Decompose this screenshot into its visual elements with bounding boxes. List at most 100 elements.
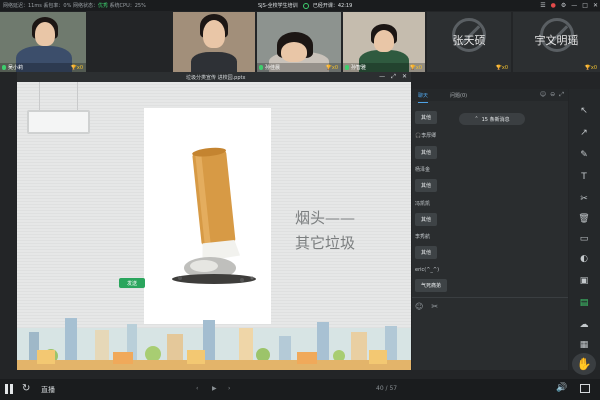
network-stats-prefix: 网络延迟：11ms 丢包率：0% 网络状态：: [3, 3, 98, 9]
send-button[interactable]: 发送: [119, 278, 145, 288]
status-bar: 网络延迟：11ms 丢包率：0% 网络状态：优秀 系统CPU：25% SJS-全…: [0, 0, 600, 11]
chat-panel: 聊天 问题(0) ☺ ⊖ ⤢ ⌃ 15 条新消息 其他 🎧李厚卿 其他 杨泽金 …: [412, 89, 568, 370]
participant-video: [35, 22, 55, 46]
scissors-icon[interactable]: ✂: [431, 302, 438, 311]
next-slide-icon[interactable]: ›: [228, 385, 230, 392]
tab-chat[interactable]: 聊天: [418, 92, 429, 103]
video-name-bar: 孙智雅 🏆x0: [343, 63, 425, 72]
trophy-count: x0: [501, 64, 508, 71]
bottom-bar: ↻ 直播 ‹ ▶ › 40 / 57 🔊: [0, 379, 600, 400]
slide-titlebar[interactable]: 垃圾分类宣传 进校园.pptx — ⤢ ✕: [17, 72, 411, 82]
volume-icon[interactable]: 🔊: [556, 383, 567, 393]
chat-input-tools: ☺ ✂: [415, 302, 438, 311]
tool-sidebar: ↖ ↗ ✎ T ✂ 🗑 ▭ ◐ ▣ ▤ ☁ ▦ ✋: [569, 89, 600, 375]
chat-tab-icons: ☺ ⊖ ⤢: [540, 91, 564, 99]
slide-file-title: 垃圾分类宣传 进校园.pptx: [186, 75, 246, 81]
slide-canvas: 烟头—— 其它垃圾: [17, 82, 411, 370]
chat-sender: eric(^_^): [415, 267, 440, 273]
maximize-icon[interactable]: □: [582, 2, 588, 9]
session-info: SJS-全校学生培训 已经开课：42:19: [258, 2, 352, 9]
chat-icon[interactable]: ▤: [577, 297, 591, 309]
video-tile[interactable]: 孙佳晨 🏆x0: [257, 12, 341, 72]
refresh-icon[interactable]: ↻: [22, 383, 30, 394]
cursor-icon[interactable]: ↖: [577, 105, 591, 117]
double-chevron-up-icon: ⌃: [474, 116, 479, 122]
video-tile[interactable]: 张天硕 🏆x0: [427, 12, 511, 72]
close-icon[interactable]: ✕: [402, 73, 407, 81]
toggle-icon[interactable]: ◐: [577, 253, 591, 265]
slide-caption-line1: 烟头——: [295, 209, 356, 227]
city-illustration: [17, 318, 411, 370]
video-strip: 吴小莉 🏆x0 孙佳晨 🏆x0 孙智雅 🏆x0 张天硕 🏆x0 宇文明瑶 🏆x0: [0, 12, 600, 72]
emoji-icon[interactable]: ☺: [415, 302, 423, 311]
trophy-icon: 🏆x0: [584, 64, 597, 71]
minimize-icon[interactable]: —: [379, 73, 385, 81]
scissors-icon[interactable]: ✂: [577, 193, 591, 205]
trophy-icon: 🏆x0: [70, 64, 83, 71]
eraser-icon[interactable]: ▭: [577, 233, 591, 245]
elapsed-time: 42:19: [337, 3, 353, 9]
restore-icon[interactable]: ⤢: [391, 73, 396, 81]
class-timer-icon: [303, 2, 310, 9]
video-tile[interactable]: 宇文明瑶 🏆x0: [513, 12, 600, 72]
cigarette-image: [144, 108, 271, 324]
new-messages-pill[interactable]: ⌃ 15 条新消息: [459, 113, 525, 125]
minus-icon[interactable]: ⊖: [550, 91, 555, 99]
page-total: 57: [389, 385, 398, 392]
network-stats: 网络延迟：11ms 丢包率：0% 网络状态：优秀 系统CPU：25%: [3, 2, 146, 9]
participant-video: [374, 30, 394, 52]
text-icon[interactable]: T: [577, 171, 591, 183]
expand-icon[interactable]: ⤢: [559, 91, 564, 99]
gear-icon[interactable]: ⚙: [561, 2, 566, 9]
settings-icon[interactable]: ☰: [540, 2, 545, 9]
chat-sender: 冯凯凯: [415, 201, 431, 207]
trash-icon[interactable]: 🗑: [577, 213, 591, 225]
laser-pointer-icon[interactable]: ↗: [577, 127, 591, 139]
video-tile[interactable]: [173, 12, 255, 72]
close-icon[interactable]: ✕: [593, 2, 598, 9]
chat-message: 其他: [415, 179, 438, 192]
cloud-icon[interactable]: ☁: [577, 319, 591, 331]
video-name-bar: 🏆x0: [513, 63, 600, 72]
participant-name: 张天硕: [452, 34, 486, 47]
window-controls: ☰ ● ⚙ — □ ✕: [540, 0, 598, 11]
chat-sender: 杨泽金: [415, 167, 431, 173]
slide-window[interactable]: 垃圾分类宣传 进校园.pptx — ⤢ ✕ 烟头—— 其它垃圾: [17, 72, 411, 370]
hanging-sign: [27, 110, 90, 134]
trophy-count: x0: [415, 64, 422, 71]
trophy-count: x0: [76, 64, 83, 71]
trophy-icon: 🏆x0: [495, 64, 508, 71]
chat-message: 气死痛弟: [415, 279, 448, 292]
live-label: 直播: [41, 386, 55, 394]
participant-name: 宇文明瑶: [534, 34, 579, 47]
smile-icon[interactable]: ☺: [540, 91, 546, 99]
chat-message: 其他: [415, 213, 438, 226]
elapsed-label: 已经开课：: [312, 3, 338, 9]
video-tile[interactable]: 吴小莉 🏆x0: [0, 12, 86, 72]
classroom-app: 网络延迟：11ms 丢包率：0% 网络状态：优秀 系统CPU：25% SJS-全…: [0, 0, 600, 400]
trophy-icon: 🏆x0: [325, 64, 338, 71]
participant-video: [191, 52, 237, 72]
box-icon[interactable]: ▦: [577, 339, 591, 351]
video-tile[interactable]: 孙智雅 🏆x0: [343, 12, 425, 72]
pause-icon[interactable]: [5, 384, 14, 395]
minimize-icon[interactable]: —: [571, 2, 577, 9]
chat-tabs: 聊天 问题(0) ☺ ⊖ ⤢: [412, 89, 568, 103]
trophy-count: x0: [331, 64, 338, 71]
mic-icon: [345, 65, 349, 70]
pen-icon[interactable]: ✎: [577, 149, 591, 161]
chat-sender: 🎧李厚卿: [415, 132, 436, 139]
tab-questions[interactable]: 问题(0): [450, 92, 467, 99]
image-icon[interactable]: ▣: [577, 275, 591, 287]
page-indicator: 40 / 57: [376, 385, 398, 392]
play-slide-icon[interactable]: ▶: [212, 385, 217, 392]
participant-name: 孙佳晨: [265, 65, 281, 71]
fullscreen-icon[interactable]: [580, 384, 590, 393]
mic-icon: [2, 65, 6, 70]
prev-slide-icon[interactable]: ‹: [196, 385, 198, 392]
trophy-icon: 🏆x0: [409, 64, 422, 71]
sign-rod: [77, 82, 78, 110]
record-icon[interactable]: ●: [551, 2, 556, 9]
raise-hand-icon[interactable]: ✋: [572, 353, 596, 375]
chat-message: 其他: [415, 111, 438, 124]
